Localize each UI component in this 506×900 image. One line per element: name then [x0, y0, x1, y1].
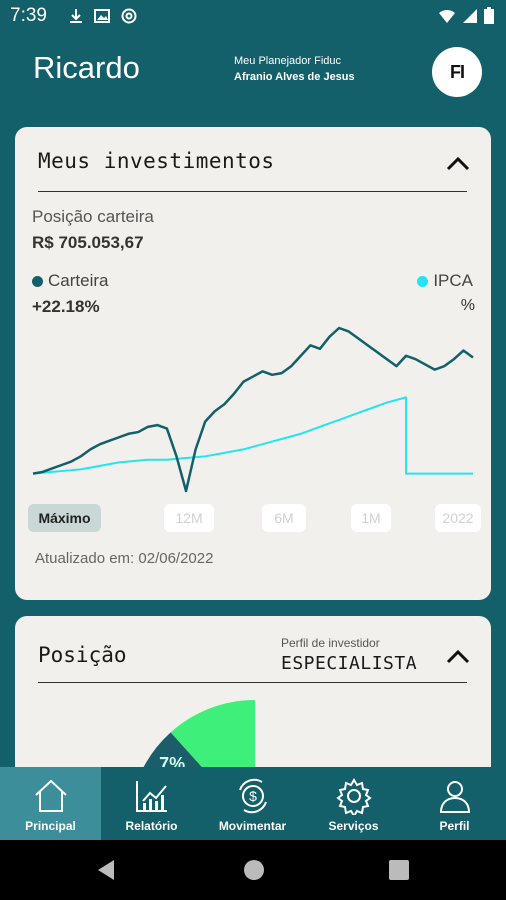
- nav-item-servicos[interactable]: Serviços: [303, 767, 404, 840]
- index-percent: %: [460, 297, 475, 314]
- nav-item-principal[interactable]: Principal: [0, 767, 101, 840]
- money-transfer-icon: $: [238, 778, 267, 814]
- back-icon[interactable]: [96, 858, 116, 882]
- period-button-mximo[interactable]: Máximo: [28, 504, 101, 532]
- period-button-1m[interactable]: 1M: [351, 504, 391, 532]
- home-circle-icon[interactable]: [243, 859, 265, 881]
- series-line-ipca: [32, 396, 473, 475]
- planner-info: Meu Planejador Fiduc Afranio Alves de Je…: [234, 55, 355, 83]
- status-bar: 7:39: [0, 0, 506, 34]
- nav-item-movimentar[interactable]: $ Movimentar: [202, 767, 303, 840]
- position-value: R$ 705.053,67: [32, 233, 144, 252]
- status-time: 7:39: [10, 5, 47, 26]
- planner-label: Meu Planejador Fiduc: [234, 55, 342, 67]
- planner-name: Afranio Alves de Jesus: [234, 71, 355, 83]
- chart-icon: [135, 781, 167, 812]
- legend-portfolio-dot: [32, 275, 43, 287]
- person-icon: [439, 781, 470, 813]
- investments-card: Meus investimentos Posição carteira R$ 7…: [15, 127, 491, 600]
- user-name: Ricardo: [33, 50, 140, 85]
- at-icon: [121, 8, 137, 24]
- brand-logo[interactable]: FI: [432, 47, 482, 97]
- signal-icon: [463, 8, 477, 23]
- position-title: Posição: [38, 643, 127, 667]
- performance-chart[interactable]: [27, 322, 479, 497]
- period-button-2022[interactable]: 2022: [435, 504, 481, 532]
- period-button-6m[interactable]: 6M: [262, 504, 306, 532]
- period-button-12m[interactable]: 12M: [164, 504, 214, 532]
- wifi-icon: [439, 9, 455, 23]
- legend-index-dot: [417, 275, 429, 287]
- nav-label-servicos: Serviços: [328, 819, 379, 833]
- investments-title: Meus investimentos: [38, 149, 275, 173]
- nav-item-relatorio[interactable]: Relatório: [101, 767, 202, 840]
- bottom-nav: Principal Relatório $ Movimentar Serviço…: [0, 767, 506, 840]
- position-label: Posição carteira: [32, 207, 154, 226]
- title-divider: [38, 191, 467, 192]
- svg-text:$: $: [249, 788, 257, 804]
- status-right: [438, 7, 494, 24]
- portfolio-percent: +22.18%: [32, 297, 100, 316]
- period-selector: Máximo 12M 6M 1M 2022: [28, 504, 481, 532]
- legend-index-label: IPCA: [433, 271, 473, 290]
- nav-item-perfil[interactable]: Perfil: [404, 767, 505, 840]
- legend-portfolio: Carteira: [32, 271, 108, 291]
- image-icon: [94, 9, 110, 23]
- nav-label-movimentar: Movimentar: [218, 819, 287, 833]
- updated-date: Atualizado em: 02/06/2022: [35, 550, 214, 567]
- download-icon: [70, 9, 82, 23]
- chevron-up-icon[interactable]: [445, 153, 471, 173]
- home-icon: [34, 779, 67, 812]
- profile-value: ESPECIALISTA: [281, 653, 418, 674]
- legend-index: IPCA: [417, 271, 473, 291]
- recents-icon[interactable]: [389, 860, 409, 880]
- system-nav-bar: [0, 840, 506, 900]
- chevron-up-icon[interactable]: [445, 646, 471, 666]
- battery-icon: [484, 7, 494, 24]
- gear-icon: [335, 778, 372, 815]
- legend-portfolio-label: Carteira: [48, 271, 109, 290]
- nav-label-relatorio: Relatório: [125, 819, 178, 833]
- nav-label-principal: Principal: [25, 819, 76, 833]
- profile-label: Perfil de investidor: [281, 636, 380, 650]
- position-divider: [38, 682, 467, 683]
- nav-label-perfil: Perfil: [439, 819, 470, 833]
